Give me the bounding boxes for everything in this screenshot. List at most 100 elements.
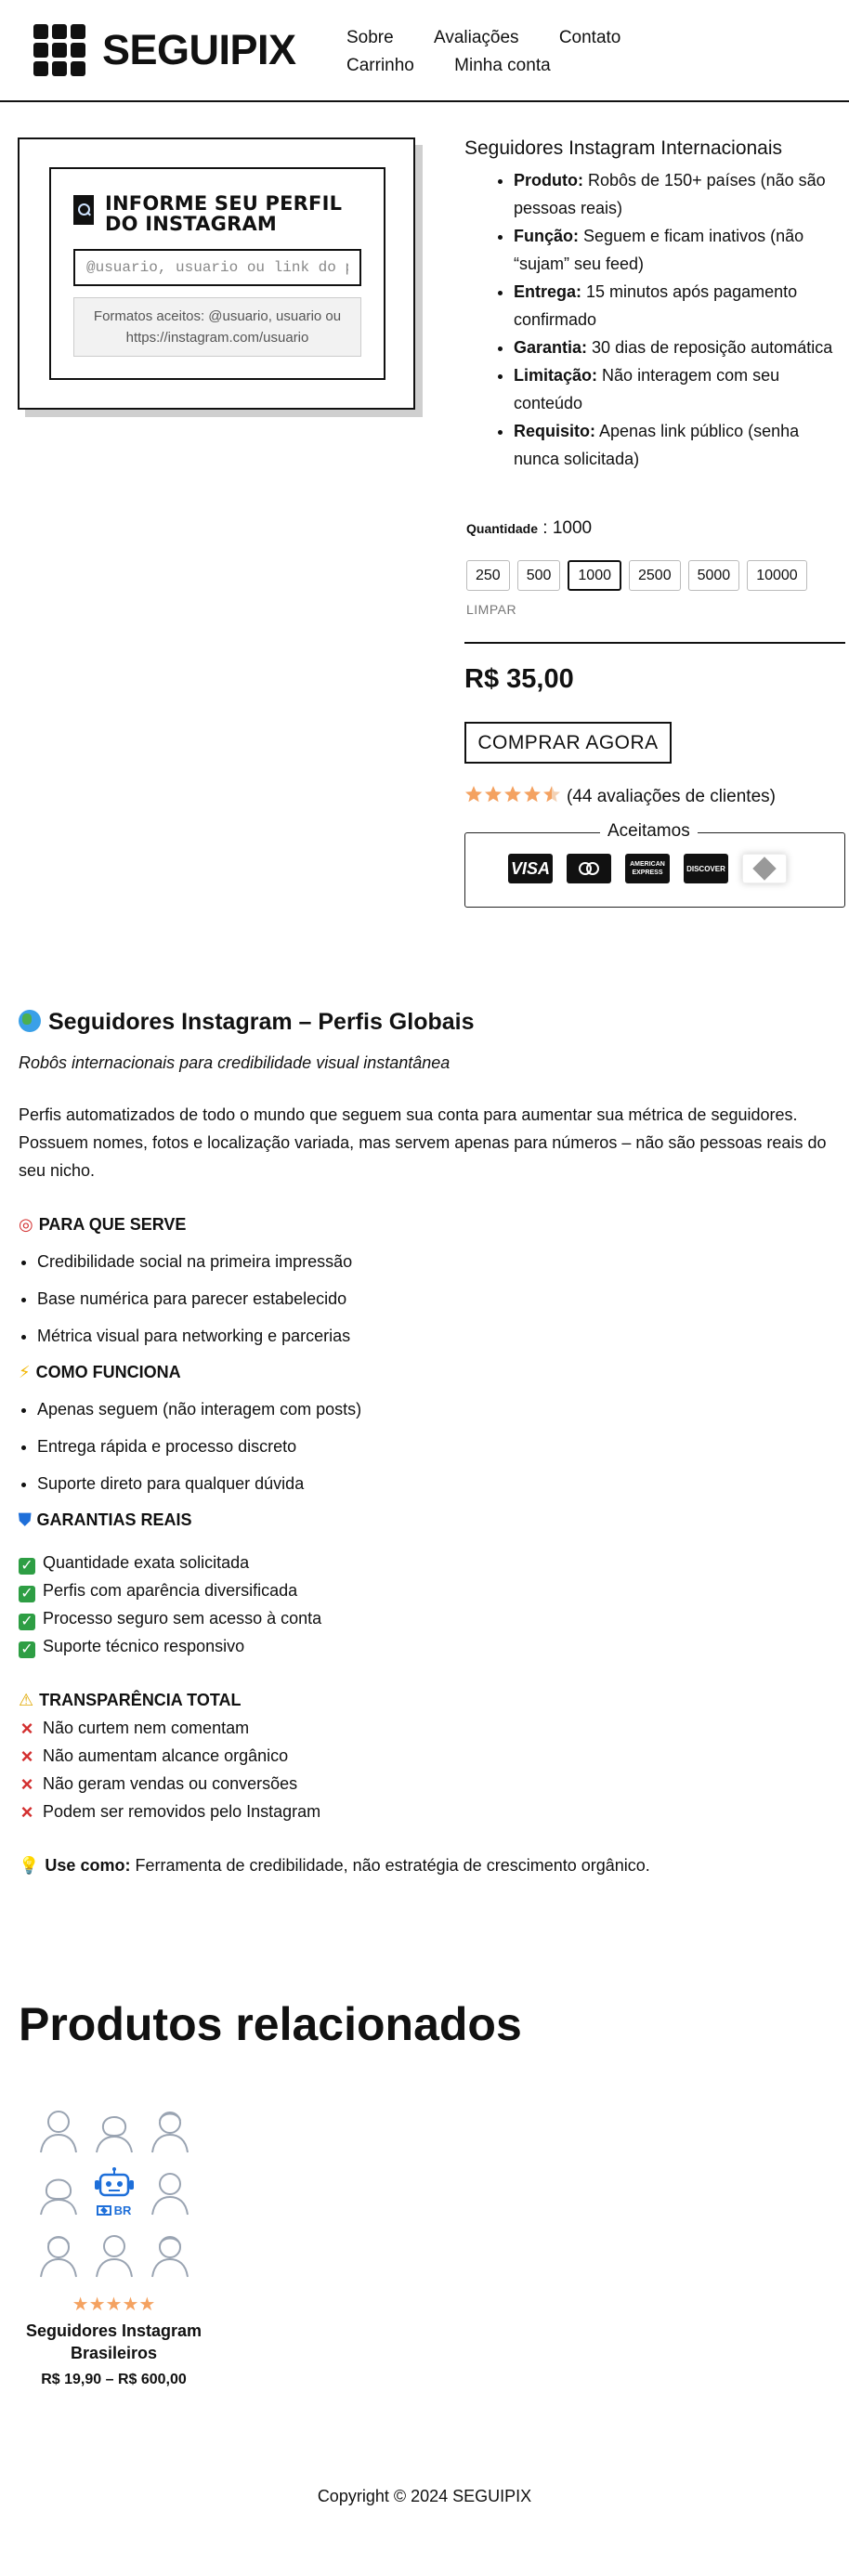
- description-tagline: Robôs internacionais para credibilidade …: [19, 1053, 451, 1072]
- lightning-icon: ⚡: [19, 1363, 31, 1381]
- feature-list: Produto: Robôs de 150+ países (não são p…: [514, 166, 845, 473]
- quantity-label: Quantidade : 1000: [466, 518, 593, 538]
- feature-text: 30 dias de reposição automática: [592, 338, 833, 357]
- nav-link-sobre[interactable]: Sobre: [346, 24, 394, 52]
- feature-label: Garantia:: [514, 338, 588, 357]
- description-heading: Seguidores Instagram – Perfis Globais: [19, 1003, 836, 1040]
- use-as-text: Ferramenta de credibilidade, não estraté…: [135, 1856, 650, 1875]
- feature-label: Entrega:: [514, 282, 582, 301]
- accepted-formats-note: Formatos aceitos: @usuario, usuario ou h…: [73, 297, 361, 357]
- clear-selection-link[interactable]: LIMPAR: [466, 602, 516, 617]
- badge-text: BR: [113, 2203, 132, 2218]
- product-summary: Seguidores Instagram Internacionais Prod…: [464, 135, 845, 473]
- quantity-option-10000[interactable]: 10000: [747, 560, 807, 591]
- site-logo[interactable]: SEGUIPIX: [33, 24, 296, 76]
- quantity-option-1000[interactable]: 1000: [568, 560, 621, 591]
- use-as-label: Use como:: [45, 1856, 131, 1875]
- guarantee-section-title: ⛊ GARANTIAS REAIS: [19, 1506, 836, 1534]
- guarantee-list: ✓ Quantidade exata solicitada ✓ Perfis com…: [19, 1549, 836, 1660]
- formats-line-1: Formatos aceitos: @usuario, usuario ou: [93, 308, 342, 324]
- profile-box-header: INFORME SEU PERFIL DO INSTAGRAM: [73, 193, 371, 234]
- nav-link-avaliacoes[interactable]: Avaliações: [434, 24, 519, 52]
- related-product-image[interactable]: BR: [31, 2099, 198, 2285]
- profile-box-inner: INFORME SEU PERFIL DO INSTAGRAM Formatos…: [49, 167, 385, 380]
- how-section-title: ⚡ COMO FUNCIONA: [19, 1358, 836, 1386]
- brand-name: SEGUIPIX: [102, 26, 296, 73]
- nav-link-minha-conta[interactable]: Minha conta: [454, 52, 551, 80]
- profile-box: INFORME SEU PERFIL DO INSTAGRAM Formatos…: [18, 137, 415, 410]
- cross-icon: ×: [20, 1717, 33, 1740]
- list-item-text: Perfis com aparência diversificada: [43, 1581, 298, 1600]
- discover-card-icon: DISCOVER: [684, 854, 728, 883]
- list-item: ✓ Perfis com aparência diversificada: [19, 1576, 836, 1604]
- guarantee-title-text: GARANTIAS REAIS: [36, 1510, 192, 1529]
- list-item: × Não aumentam alcance orgânico: [19, 1742, 836, 1770]
- quantity-current-value: 1000: [552, 518, 593, 538]
- list-item: ✓ Processo seguro sem acesso à conta: [19, 1604, 836, 1632]
- buy-now-button[interactable]: COMPRAR AGORA: [464, 722, 672, 764]
- amex-card-icon: AMERICAN EXPRESS: [625, 854, 670, 883]
- description-heading-text: Seguidores Instagram – Perfis Globais: [48, 1009, 475, 1035]
- quantity-option-500[interactable]: 500: [516, 560, 561, 591]
- related-product-card[interactable]: BR ★★★★★ Seguidores Instagram Brasileiro…: [19, 2099, 209, 2388]
- magnifier-icon: [73, 195, 94, 225]
- related-products-title: Produtos relacionados: [19, 1998, 522, 2050]
- list-item-text: Não geram vendas ou conversões: [43, 1774, 298, 1793]
- product-rating[interactable]: (44 avaliações de clientes): [464, 785, 776, 809]
- how-title-text: COMO FUNCIONA: [35, 1363, 181, 1381]
- visa-card-icon: VISA: [508, 854, 553, 883]
- use-as-note: 💡 Use como: Ferramenta de credibilidade, …: [19, 1851, 836, 1879]
- robot-icon: BR: [86, 2162, 142, 2224]
- site-footer: Copyright © 2024 SEGUIPIX: [0, 2487, 849, 2506]
- nav-link-carrinho[interactable]: Carrinho: [346, 52, 414, 80]
- check-icon: ✓: [19, 1586, 35, 1602]
- feature-item: Requisito: Apenas link público (senha nu…: [514, 417, 845, 473]
- logo-grid-icon: [33, 24, 85, 76]
- list-item: Credibilidade social na primeira impress…: [37, 1252, 836, 1271]
- profile-box-title: INFORME SEU PERFIL DO INSTAGRAM: [105, 192, 343, 235]
- list-item-text: Não aumentam alcance orgânico: [43, 1746, 289, 1765]
- copyright-text: Copyright © 2024 SEGUIPIX: [317, 2487, 532, 2505]
- description-intro: Perfis automatizados de todo o mundo que…: [19, 1105, 827, 1180]
- feature-item: Garantia: 30 dias de reposição automátic…: [514, 333, 845, 361]
- related-product-rating-icon: ★★★★★: [72, 2295, 156, 2315]
- person-avatar-icon: [31, 2223, 86, 2285]
- quantity-option-5000[interactable]: 5000: [687, 560, 740, 591]
- list-item: Apenas seguem (não interagem com posts): [37, 1400, 836, 1419]
- mastercard-icon: [567, 854, 611, 883]
- quantity-option-2500[interactable]: 2500: [629, 560, 681, 591]
- feature-item: Produto: Robôs de 150+ países (não são p…: [514, 166, 845, 222]
- purpose-list: Credibilidade social na primeira impress…: [37, 1252, 836, 1345]
- related-product-price: R$ 19,90 – R$ 600,00: [41, 2372, 187, 2387]
- related-product-name[interactable]: Seguidores Instagram Brasileiros: [19, 2320, 209, 2364]
- instagram-profile-input[interactable]: [73, 249, 361, 286]
- feature-label: Função:: [514, 227, 579, 245]
- brazil-flag-icon: [96, 2205, 111, 2216]
- payment-methods-title: Aceitamos: [600, 821, 698, 842]
- person-avatar-icon: [86, 2099, 142, 2162]
- feature-label: Limitação:: [514, 366, 598, 385]
- rating-stars-icon: [464, 785, 561, 809]
- list-item: Base numérica para parecer estabelecido: [37, 1289, 836, 1308]
- person-avatar-icon: [142, 2162, 198, 2224]
- warning-icon: ⚠: [19, 1691, 34, 1709]
- brazil-badge: BR: [96, 2203, 132, 2218]
- transparency-list: × Não curtem nem comentam × Não aumentam a…: [19, 1714, 836, 1825]
- list-item: ✓ Quantidade exata solicitada: [19, 1549, 836, 1576]
- main-nav: Sobre Avaliações Contato Carrinho Minha …: [346, 24, 755, 80]
- product-price: R$ 35,00: [464, 664, 574, 694]
- formats-line-2: https://instagram.com/usuario: [125, 330, 309, 346]
- check-icon: ✓: [19, 1641, 35, 1658]
- list-item-text: Podem ser removidos pelo Instagram: [43, 1802, 321, 1821]
- purpose-section-title: ◎ PARA QUE SERVE: [19, 1210, 836, 1238]
- feature-label: Produto:: [514, 171, 583, 190]
- list-item: × Não curtem nem comentam: [19, 1714, 836, 1742]
- quantity-option-250[interactable]: 250: [466, 560, 510, 591]
- nav-link-contato[interactable]: Contato: [559, 24, 621, 52]
- list-item-text: Processo seguro sem acesso à conta: [43, 1609, 322, 1628]
- globe-icon: [19, 1010, 41, 1032]
- list-item: Métrica visual para networking e parceri…: [37, 1327, 836, 1345]
- shield-icon: ⛊: [19, 1510, 32, 1529]
- list-item: ✓ Suporte técnico responsivo: [19, 1632, 836, 1660]
- pix-icon: [742, 854, 787, 883]
